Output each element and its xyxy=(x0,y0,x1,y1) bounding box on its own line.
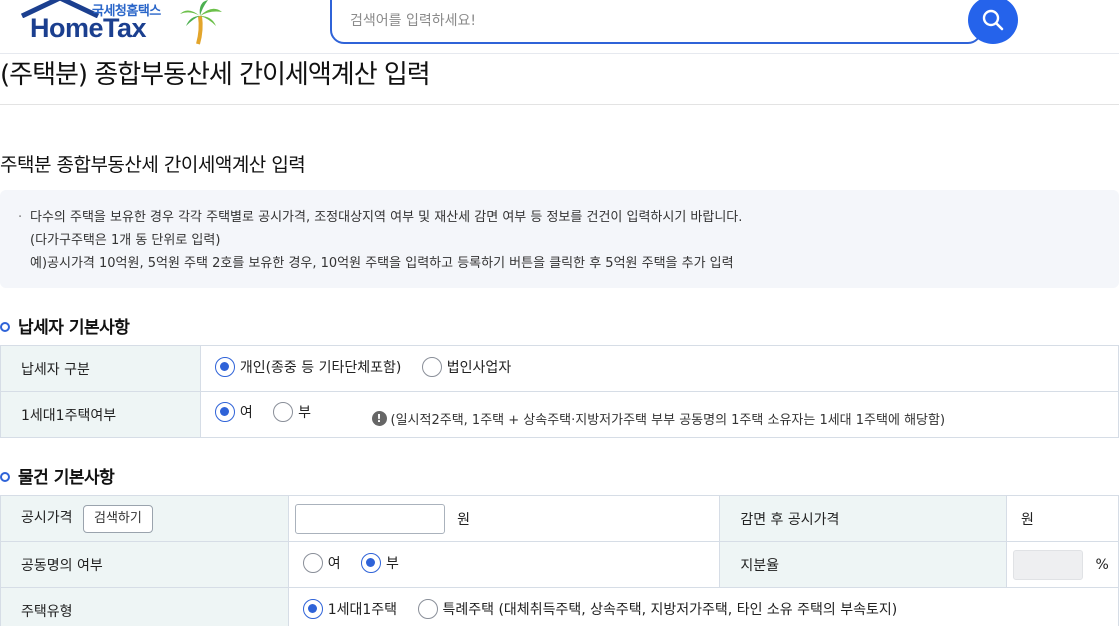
info-line-3: 예)공시가격 10억원, 5억원 주택 2호를 보유한 경우, 10억원 주택을… xyxy=(30,256,734,271)
info-box: · 다수의 주택을 보유한 경우 각각 주택별로 공시가격, 조정대상지역 여부 … xyxy=(0,190,1119,288)
bullet-icon: · xyxy=(18,210,23,225)
radio-label: 1세대1주택 xyxy=(327,601,398,618)
price-label: 공시가격 xyxy=(21,509,73,526)
palm-tree-icon xyxy=(180,0,222,45)
note-text: (일시적2주택, 1주택 + 상속주택·지방저가주택 부부 공동명의 1주택 소… xyxy=(390,412,946,428)
info-line-1: 다수의 주택을 보유한 경우 각각 주택별로 공시가격, 조정대상지역 여부 및… xyxy=(30,210,743,225)
radio-label: 법인사업자 xyxy=(446,359,512,376)
radio-label: 특례주택 (대체취득주택, 상속주택, 지방저가주택, 타인 소유 주택의 부속… xyxy=(442,601,898,618)
house-type-cell: 1세대1주택 특례주택 (대체취득주택, 상속주택, 지방저가주택, 타인 소유… xyxy=(287,587,1119,626)
one-house-note: ! (일시적2주택, 1주택 + 상속주택·지방저가주택 부부 공동명의 1주택 … xyxy=(371,409,946,428)
radio-indicator[interactable] xyxy=(302,598,323,619)
radio-indicator[interactable] xyxy=(361,552,382,573)
table-row: 1세대1주택여부 여 부 ! (일시적2주택, 1주택 + 상속주택·지방저가주택… xyxy=(0,391,1119,438)
table-row: 납세자 구분 개인(종중 등 기타단체포함) 법인사업자 xyxy=(0,345,1119,392)
radio-house-type-special[interactable]: 특례주택 (대체취득주택, 상속주택, 지방저가주택, 타인 소유 주택의 부속… xyxy=(417,598,898,619)
circle-bullet-icon xyxy=(0,322,10,332)
search-input[interactable] xyxy=(350,6,930,36)
joint-cell: 여 부 xyxy=(287,541,721,588)
table-row: 공시가격 검색하기 원 감면 후 공시가격 원 xyxy=(0,495,1119,542)
info-line-2: (다가구주택은 1개 동 단위로 입력) xyxy=(30,233,221,248)
taxpayer-type-cell: 개인(종중 등 기타단체포함) 법인사업자 xyxy=(199,345,1119,392)
house-type-label: 주택유형 xyxy=(0,587,289,626)
radio-indicator[interactable] xyxy=(421,356,442,377)
search-price-button[interactable]: 검색하기 xyxy=(82,504,153,533)
one-house-label: 1세대1주택여부 xyxy=(0,391,201,438)
radio-label: 부 xyxy=(298,404,312,421)
property-table: 공시가격 검색하기 원 감면 후 공시가격 원 공동명의 여부 여 부 지분율 … xyxy=(0,495,1119,626)
logo-title: HomeTax xyxy=(30,13,147,43)
radio-indicator[interactable] xyxy=(214,401,235,422)
hometax-logo[interactable]: 국세청홈택스 HomeTax xyxy=(18,0,228,50)
joint-label: 공동명의 여부 xyxy=(0,541,289,588)
radio-indicator[interactable] xyxy=(214,356,235,377)
property-heading-text: 물건 기본사항 xyxy=(18,468,115,488)
price-input-cell: 원 xyxy=(287,495,721,542)
taxpayer-type-label: 납세자 구분 xyxy=(0,345,201,392)
radio-label: 여 xyxy=(239,404,253,421)
won-unit: 원 xyxy=(1021,511,1034,528)
won-unit: 원 xyxy=(457,511,471,528)
radio-house-type-single[interactable]: 1세대1주택 xyxy=(302,598,398,619)
search-button[interactable] xyxy=(968,0,1018,44)
search-icon xyxy=(982,9,1004,31)
price-input[interactable] xyxy=(294,503,445,534)
section-title: 주택분 종합부동산세 간이세액계산 입력 xyxy=(0,154,306,176)
radio-one-house-yes[interactable]: 여 xyxy=(214,401,253,422)
radio-indicator[interactable] xyxy=(302,552,323,573)
property-heading: 물건 기본사항 xyxy=(0,463,115,488)
radio-label: 개인(종중 등 기타단체포함) xyxy=(239,359,402,376)
radio-one-house-no[interactable]: 부 xyxy=(273,401,312,422)
circle-bullet-icon xyxy=(0,472,10,482)
share-cell: % xyxy=(1006,541,1119,588)
reduced-price-cell: 원 xyxy=(1006,495,1119,542)
percent-unit: % xyxy=(1095,556,1109,573)
share-input[interactable] xyxy=(1013,549,1084,580)
radio-label: 부 xyxy=(386,555,399,572)
table-row: 공동명의 여부 여 부 지분율 % xyxy=(0,541,1119,588)
title-divider xyxy=(0,104,1119,105)
share-label: 지분율 xyxy=(719,541,1008,588)
radio-individual[interactable]: 개인(종중 등 기타단체포함) xyxy=(214,356,402,377)
exclamation-icon: ! xyxy=(371,410,387,426)
page-title: (주택분) 종합부동산세 간이세액계산 입력 xyxy=(0,60,431,90)
radio-corporate[interactable]: 법인사업자 xyxy=(421,356,512,377)
price-label-cell: 공시가격 검색하기 xyxy=(0,495,289,542)
radio-joint-no[interactable]: 부 xyxy=(361,552,399,573)
radio-label: 여 xyxy=(327,555,341,572)
search-box xyxy=(330,0,982,44)
table-row: 주택유형 1세대1주택 특례주택 (대체취득주택, 상속주택, 지방저가주택, … xyxy=(0,587,1119,626)
one-house-cell: 여 부 ! (일시적2주택, 1주택 + 상속주택·지방저가주택 부부 공동명의 … xyxy=(199,391,1119,438)
radio-indicator[interactable] xyxy=(273,401,294,422)
radio-joint-yes[interactable]: 여 xyxy=(302,552,341,573)
taxpayer-table: 납세자 구분 개인(종중 등 기타단체포함) 법인사업자 1세대1주택여부 여 … xyxy=(0,345,1119,438)
taxpayer-heading: 납세자 기본사항 xyxy=(0,313,130,338)
taxpayer-heading-text: 납세자 기본사항 xyxy=(18,318,130,338)
reduced-price-label: 감면 후 공시가격 xyxy=(719,495,1008,542)
site-header: 국세청홈택스 HomeTax xyxy=(0,0,1119,54)
radio-indicator[interactable] xyxy=(417,598,438,619)
